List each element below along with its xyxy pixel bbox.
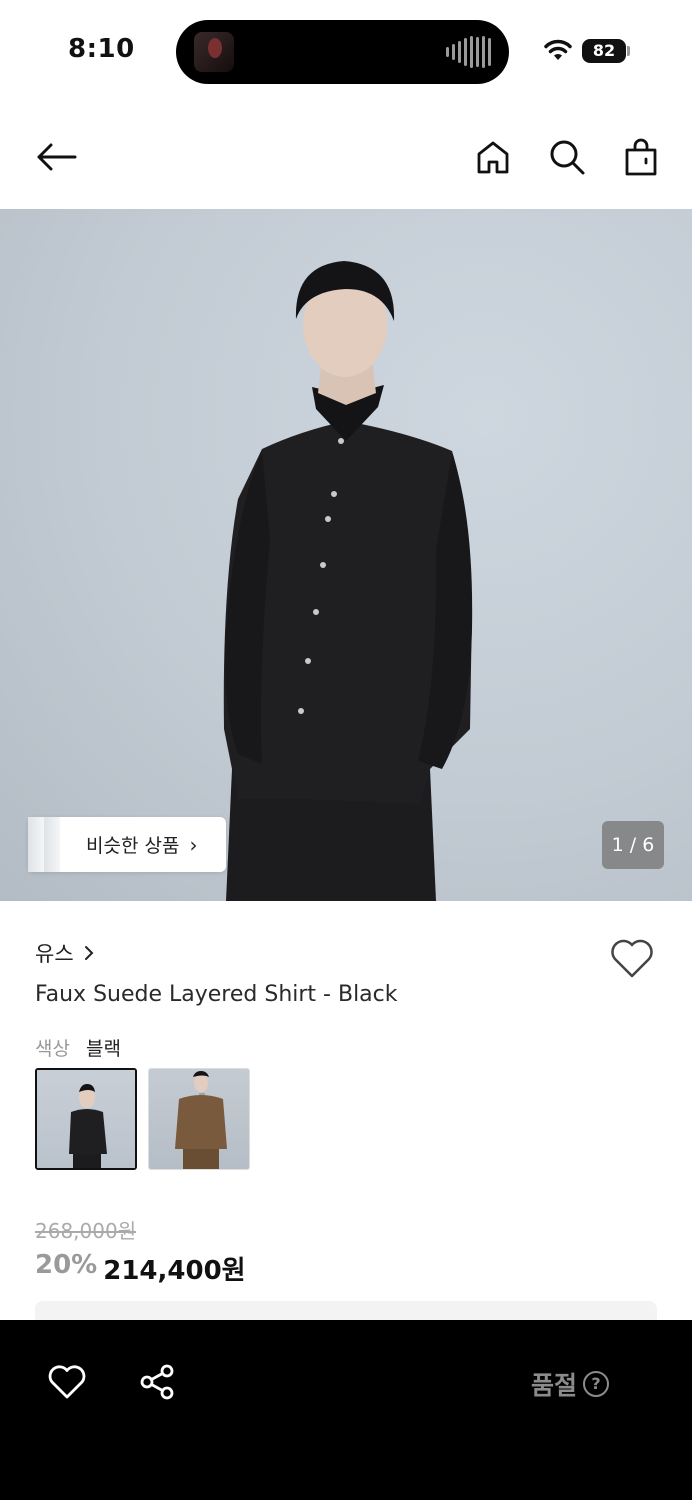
product-image-gallery[interactable]: 비슷한 상품 › 1 / 6 — [0, 209, 692, 901]
heart-icon — [48, 1365, 86, 1399]
color-value: 블랙 — [86, 1038, 121, 1060]
status-time: 8:10 — [68, 34, 135, 64]
color-label: 색상 — [35, 1038, 70, 1060]
chevron-right-icon: › — [189, 832, 198, 857]
cart-button[interactable] — [618, 134, 664, 180]
home-button[interactable] — [470, 134, 516, 180]
similar-products-label: 비슷한 상품 — [86, 835, 180, 857]
price-row: 20% 214,400원 — [35, 1250, 246, 1287]
chevron-right-icon — [84, 946, 94, 960]
swatch-photo-brown — [175, 1071, 227, 1169]
back-button[interactable] — [33, 134, 79, 180]
share-button[interactable] — [132, 1360, 182, 1404]
brand-link[interactable]: 유스 — [35, 938, 94, 968]
soldout-button[interactable]: 품절 ? — [531, 1366, 610, 1402]
swatch-photo-black — [69, 1084, 107, 1168]
status-bar: 8:10 82 — [0, 0, 692, 100]
product-photo — [223, 261, 473, 901]
search-icon — [550, 140, 585, 175]
battery-indicator: 82 — [582, 39, 626, 63]
similar-products-button[interactable]: 비슷한 상품 › — [28, 817, 226, 872]
product-title: Faux Suede Layered Shirt - Black — [35, 982, 398, 1007]
shopping-bag-icon — [625, 138, 657, 176]
wishlist-button[interactable] — [609, 936, 655, 980]
search-button[interactable] — [544, 134, 590, 180]
image-counter: 1 / 6 — [602, 821, 664, 869]
wifi-icon — [544, 39, 572, 60]
share-icon — [140, 1364, 174, 1400]
arrow-left-icon — [37, 143, 77, 171]
soldout-label: 품절 — [531, 1371, 578, 1400]
help-icon[interactable]: ? — [583, 1371, 610, 1397]
dynamic-island[interactable] — [176, 20, 509, 84]
original-price: 268,000원 — [35, 1219, 137, 1243]
battery-tip — [627, 46, 630, 56]
bottom-action-bar: 품절 ? — [0, 1320, 692, 1500]
discount-rate: 20% — [35, 1250, 98, 1280]
top-nav — [0, 110, 692, 205]
sale-price: 214,400원 — [103, 1256, 246, 1286]
now-playing-artwork — [194, 32, 234, 72]
brand-name: 유스 — [35, 942, 74, 966]
heart-icon — [611, 939, 653, 978]
home-icon — [477, 141, 509, 174]
audio-waveform-icon — [446, 36, 491, 68]
color-swatch-black[interactable] — [35, 1068, 137, 1170]
color-option-row: 색상 블랙 — [35, 1034, 121, 1061]
similar-products-thumbnails — [28, 817, 84, 872]
color-swatch-brown[interactable] — [148, 1068, 250, 1170]
like-button[interactable] — [42, 1360, 92, 1404]
